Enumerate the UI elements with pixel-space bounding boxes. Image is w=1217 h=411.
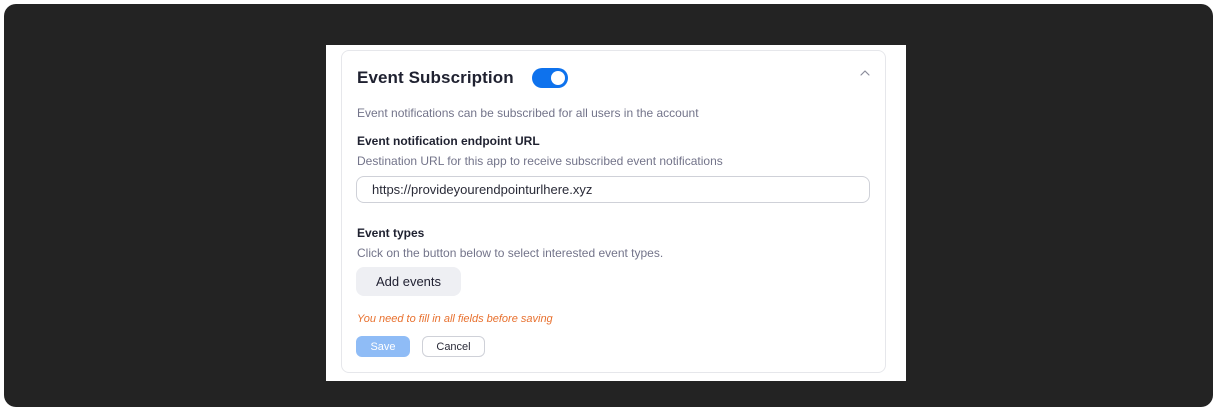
card-header: Event Subscription <box>357 66 568 90</box>
save-button[interactable]: Save <box>356 336 410 357</box>
add-events-button[interactable]: Add events <box>356 267 461 296</box>
event-subscription-card: Event Subscription Event notifications c… <box>341 50 886 373</box>
card-title: Event Subscription <box>357 68 514 87</box>
toggle-knob <box>550 71 565 85</box>
event-subscription-toggle[interactable] <box>531 68 568 88</box>
screenshot-sheet: Event Subscription Event notifications c… <box>326 45 906 381</box>
form-warning: You need to fill in all fields before sa… <box>357 313 553 325</box>
event-types-label: Event types <box>357 226 425 240</box>
chevron-up-icon <box>860 70 870 76</box>
collapse-button[interactable] <box>855 63 875 83</box>
event-types-help: Click on the button below to select inte… <box>357 246 664 260</box>
dark-backdrop: Event Subscription Event notifications c… <box>4 4 1213 407</box>
endpoint-help: Destination URL for this app to receive … <box>357 154 723 168</box>
card-description: Event notifications can be subscribed fo… <box>357 106 699 120</box>
endpoint-label: Event notification endpoint URL <box>357 134 540 148</box>
cancel-button[interactable]: Cancel <box>422 336 485 357</box>
endpoint-url-input[interactable] <box>356 176 870 203</box>
